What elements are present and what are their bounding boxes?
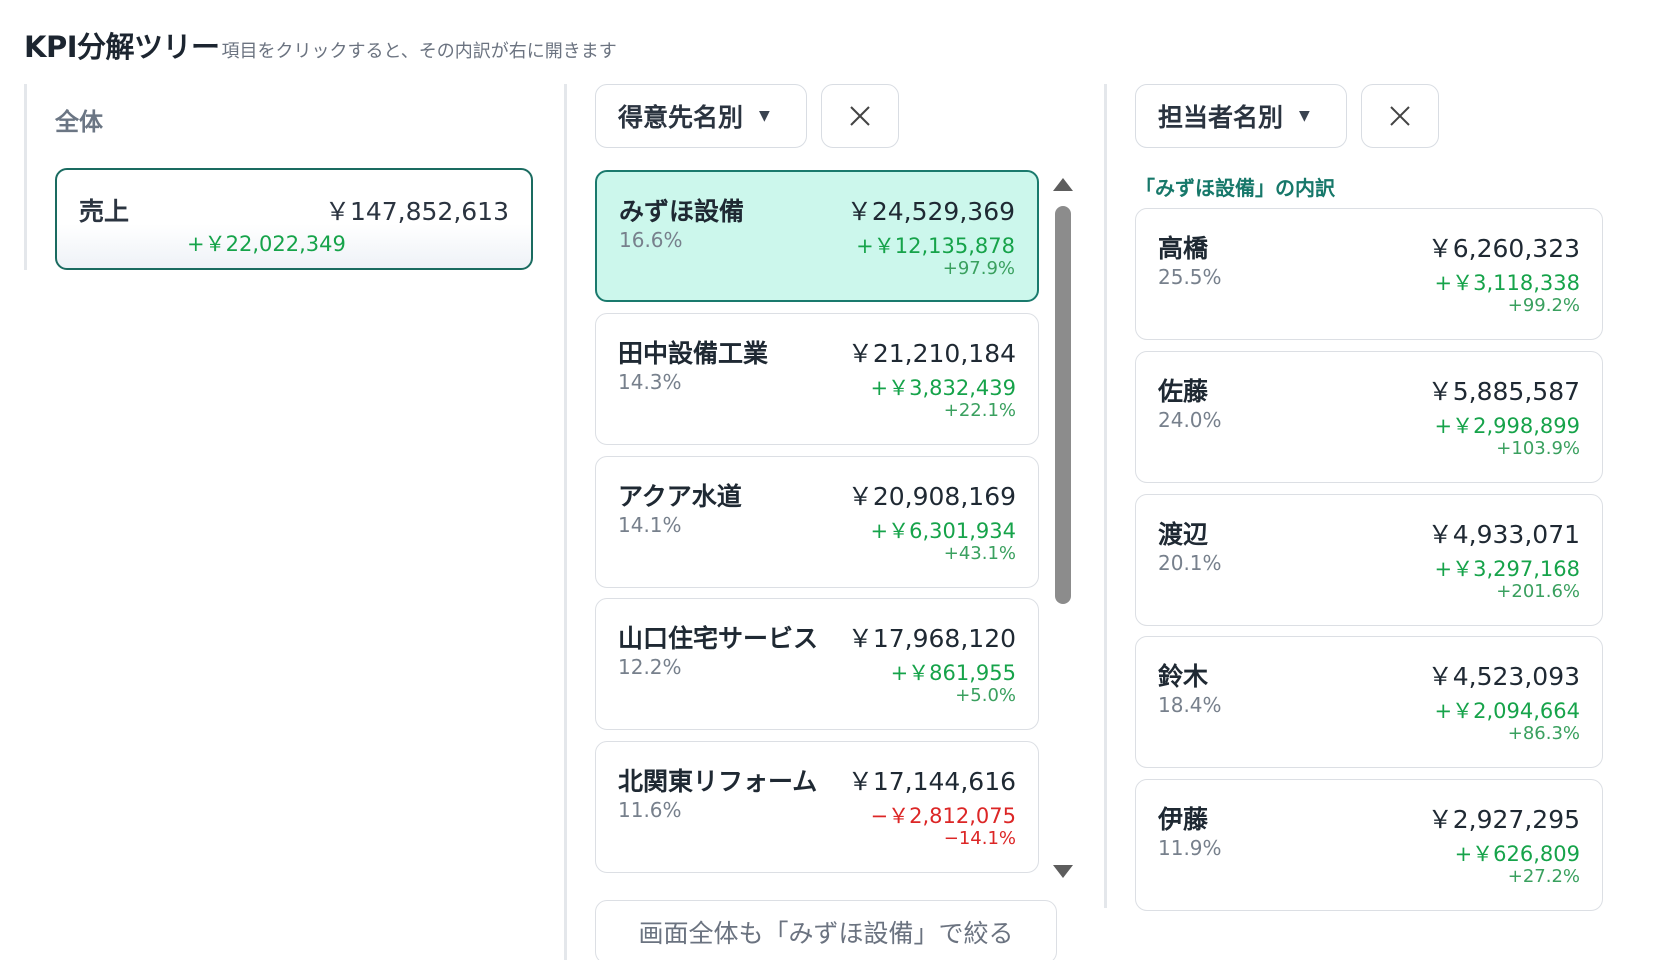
- customer-card[interactable]: アクア水道 14.1% ￥20,908,169 +￥6,301,934 +43.…: [595, 456, 1039, 588]
- card-delta: −￥2,812,075: [870, 804, 1016, 828]
- card-name: アクア水道: [618, 482, 742, 511]
- card-value: ￥4,933,071: [1427, 520, 1580, 549]
- card-delta-pct: +5.0%: [955, 685, 1016, 706]
- card-name: 北関東リフォーム: [618, 767, 818, 796]
- caret-down-icon: ▼: [1299, 108, 1310, 124]
- card-delta: +￥2,094,664: [1434, 699, 1580, 723]
- card-name: 渡辺: [1158, 520, 1209, 549]
- customer-card[interactable]: 田中設備工業 14.3% ￥21,210,184 +￥3,832,439 +22…: [595, 313, 1039, 445]
- card-value: ￥17,968,120: [847, 624, 1016, 653]
- dimension-dropdown-customer[interactable]: 得意先名別 ▼: [595, 84, 807, 148]
- page-title: KPI分解ツリー: [24, 30, 220, 64]
- card-value: ￥17,144,616: [847, 767, 1016, 796]
- root-kpi-card[interactable]: 売上 ￥147,852,613 +￥22,022,349: [55, 168, 533, 270]
- card-delta: +￥3,832,439: [870, 376, 1016, 400]
- caret-down-icon: ▼: [759, 108, 770, 124]
- card-share: 25.5%: [1158, 265, 1222, 289]
- card-share: 14.3%: [618, 370, 682, 394]
- card-name: 高橋: [1158, 234, 1209, 263]
- customer-list-scrollbar[interactable]: [1051, 178, 1075, 878]
- dropdown-label: 担当者名別: [1158, 103, 1284, 132]
- card-value: ￥6,260,323: [1427, 234, 1580, 263]
- card-delta: +￥12,135,878: [856, 234, 1015, 258]
- card-delta-pct: −14.1%: [943, 828, 1016, 849]
- card-name: 伊藤: [1158, 805, 1209, 834]
- card-delta-pct: +22.1%: [943, 400, 1016, 421]
- dimension-dropdown-staff[interactable]: 担当者名別 ▼: [1135, 84, 1347, 148]
- card-delta: +￥3,118,338: [1434, 271, 1580, 295]
- column-divider: [1104, 84, 1107, 908]
- card-name: 田中設備工業: [618, 339, 769, 368]
- column-divider: [24, 84, 27, 270]
- card-delta-pct: +97.9%: [942, 258, 1015, 279]
- card-name: 佐藤: [1158, 377, 1209, 406]
- staff-card[interactable]: 鈴木 18.4% ￥4,523,093 +￥2,094,664 +86.3%: [1135, 636, 1603, 768]
- card-value: ￥2,927,295: [1427, 805, 1580, 834]
- card-delta-pct: +201.6%: [1496, 581, 1580, 602]
- card-share: 24.0%: [1158, 408, 1222, 432]
- scrollbar-thumb[interactable]: [1055, 206, 1071, 604]
- card-share: 11.9%: [1158, 836, 1222, 860]
- root-column: 全体 売上 ￥147,852,613 +￥22,022,349: [24, 84, 544, 960]
- card-share: 14.1%: [618, 513, 682, 537]
- card-share: 20.1%: [1158, 551, 1222, 575]
- staff-card[interactable]: 高橋 25.5% ￥6,260,323 +￥3,118,338 +99.2%: [1135, 208, 1603, 340]
- dropdown-label: 得意先名別: [618, 103, 744, 132]
- scroll-down-arrow-icon[interactable]: [1053, 865, 1073, 878]
- root-column-label: 全体: [55, 108, 103, 136]
- card-delta: +￥6,301,934: [870, 519, 1016, 543]
- card-delta: +￥3,297,168: [1434, 557, 1580, 581]
- filter-page-button[interactable]: 画面全体も「みずほ設備」で絞る: [595, 900, 1057, 960]
- customer-card[interactable]: 山口住宅サービス 12.2% ￥17,968,120 +￥861,955 +5.…: [595, 598, 1039, 730]
- card-value: ￥5,885,587: [1427, 377, 1580, 406]
- card-value: ￥21,210,184: [847, 339, 1016, 368]
- staff-card[interactable]: 佐藤 24.0% ￥5,885,587 +￥2,998,899 +103.9%: [1135, 351, 1603, 483]
- card-value: ￥24,529,369: [846, 197, 1015, 226]
- close-icon: [850, 106, 870, 126]
- card-delta-pct: +86.3%: [1507, 723, 1580, 744]
- card-share: 11.6%: [618, 798, 682, 822]
- breakdown-label: 「みずほ設備」の内訳: [1135, 176, 1335, 200]
- page-header: KPI分解ツリー 項目をクリックすると、その内訳が右に開きます: [24, 24, 617, 66]
- page-subtitle: 項目をクリックすると、その内訳が右に開きます: [221, 41, 617, 62]
- close-staff-column-button[interactable]: [1361, 84, 1439, 148]
- card-name: 山口住宅サービス: [618, 624, 819, 653]
- customer-column: 得意先名別 ▼ みずほ設備 16.6% ￥24,529,369 +￥12,135…: [564, 84, 1094, 960]
- card-name: 鈴木: [1158, 662, 1209, 691]
- card-share: 16.6%: [619, 228, 683, 252]
- card-share: 12.2%: [618, 655, 682, 679]
- kpi-name: 売上: [79, 197, 130, 226]
- card-delta-pct: +27.2%: [1507, 866, 1580, 887]
- staff-card[interactable]: 渡辺 20.1% ￥4,933,071 +￥3,297,168 +201.6%: [1135, 494, 1603, 626]
- kpi-delta: +￥22,022,349: [187, 232, 346, 256]
- customer-card[interactable]: みずほ設備 16.6% ￥24,529,369 +￥12,135,878 +97…: [595, 170, 1039, 302]
- card-delta: +￥2,998,899: [1434, 414, 1580, 438]
- card-value: ￥4,523,093: [1427, 662, 1580, 691]
- card-value: ￥20,908,169: [847, 482, 1016, 511]
- close-customer-column-button[interactable]: [821, 84, 899, 148]
- card-delta-pct: +43.1%: [943, 543, 1016, 564]
- kpi-value: ￥147,852,613: [324, 197, 509, 226]
- card-delta: +￥861,955: [890, 661, 1016, 685]
- card-delta-pct: +99.2%: [1507, 295, 1580, 316]
- card-delta-pct: +103.9%: [1496, 438, 1580, 459]
- scroll-up-arrow-icon[interactable]: [1053, 178, 1073, 191]
- staff-card[interactable]: 伊藤 11.9% ￥2,927,295 +￥626,809 +27.2%: [1135, 779, 1603, 911]
- card-share: 18.4%: [1158, 693, 1222, 717]
- column-divider: [564, 84, 567, 960]
- staff-column: 担当者名別 ▼ 「みずほ設備」の内訳 高橋 25.5% ￥6,260,323 +…: [1104, 84, 1644, 960]
- customer-card[interactable]: 北関東リフォーム 11.6% ￥17,144,616 −￥2,812,075 −…: [595, 741, 1039, 873]
- card-delta: +￥626,809: [1454, 842, 1580, 866]
- close-icon: [1390, 106, 1410, 126]
- card-name: みずほ設備: [619, 197, 745, 226]
